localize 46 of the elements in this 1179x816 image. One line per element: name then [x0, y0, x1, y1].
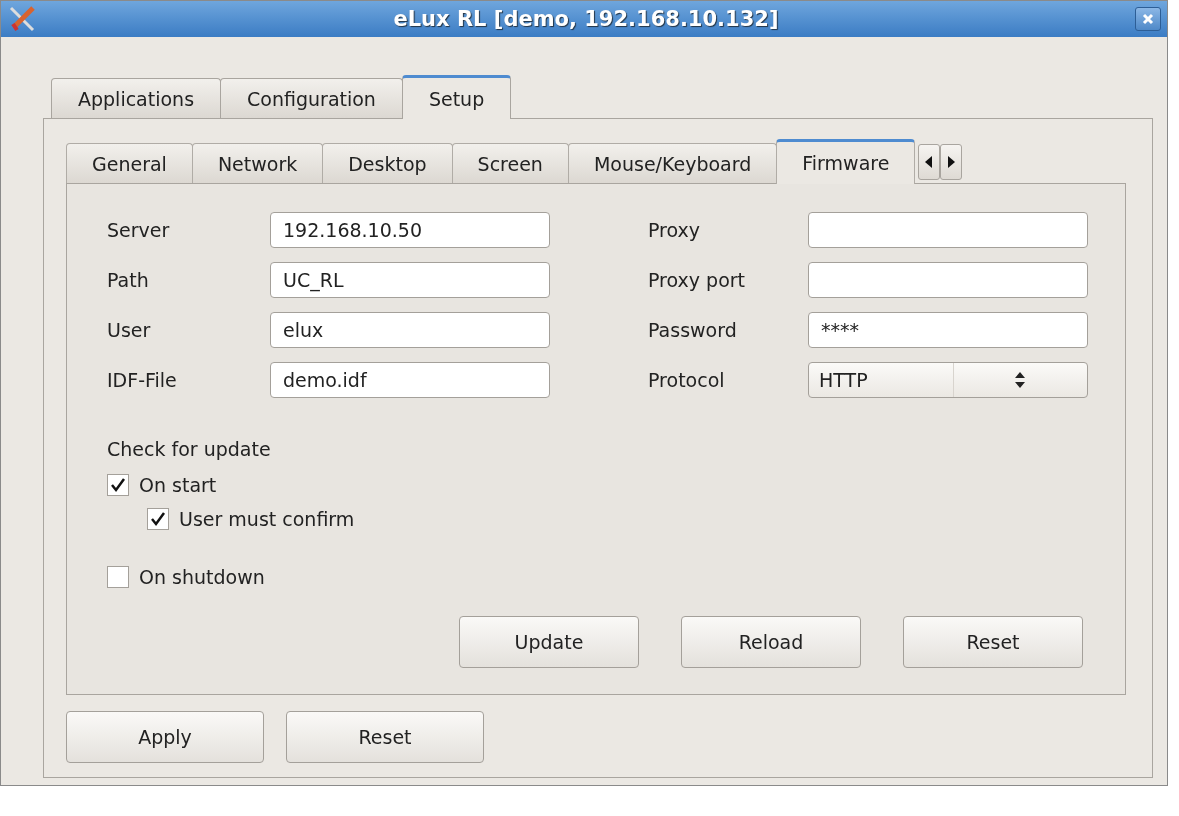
checkbox[interactable] — [147, 508, 169, 530]
field-label: Protocol — [648, 369, 725, 391]
input-field[interactable]: UC_RL — [270, 262, 550, 298]
field-label: IDF-File — [107, 369, 177, 391]
scroll-left-button[interactable] — [918, 144, 941, 180]
tab[interactable]: Network — [191, 143, 324, 183]
checkbox-label: User must confirm — [179, 508, 355, 530]
dialog-button[interactable]: Reset — [286, 711, 484, 763]
field-label: User — [107, 319, 151, 341]
tab[interactable]: Configuration — [220, 78, 403, 118]
section-heading: Check for update — [107, 438, 272, 460]
close-button[interactable] — [1135, 7, 1161, 31]
tools-icon — [7, 4, 37, 34]
tab[interactable]: Mouse/Keyboard — [567, 143, 778, 183]
field-label: Server — [107, 219, 170, 241]
right-triangle-icon — [947, 156, 956, 168]
checkbox[interactable] — [107, 566, 129, 588]
input-field[interactable]: 192.168.10.50 — [270, 212, 550, 248]
input-field[interactable] — [808, 262, 1088, 298]
panel-button[interactable]: Reload — [681, 616, 861, 668]
tab[interactable]: General — [66, 143, 193, 183]
dialog-button[interactable]: Apply — [66, 711, 264, 763]
input-field[interactable]: demo.idf — [270, 362, 550, 398]
input-field[interactable]: elux — [270, 312, 550, 348]
window-title: eLux RL [demo, 192.168.10.132] — [392, 7, 780, 31]
left-triangle-icon — [925, 156, 934, 168]
field-label: Path — [107, 269, 149, 291]
tab[interactable]: Firmware — [776, 139, 916, 184]
checkbox-label: On start — [139, 474, 217, 496]
checkbox-label: On shutdown — [139, 566, 265, 588]
tab[interactable]: Setup — [401, 75, 512, 119]
field-label: Proxy port — [648, 269, 746, 291]
close-icon — [1142, 13, 1154, 25]
tab[interactable]: Screen — [451, 143, 569, 183]
protocol-dropdown[interactable]: HTTP — [808, 362, 1088, 398]
scroll-right-button[interactable] — [940, 144, 963, 180]
field-label: Proxy — [648, 219, 701, 241]
up-down-arrows-icon — [1014, 371, 1027, 389]
tab[interactable]: Applications — [51, 78, 222, 118]
input-field[interactable] — [808, 212, 1088, 248]
tab[interactable]: Desktop — [322, 143, 453, 183]
checkbox[interactable] — [107, 474, 129, 496]
field-label: Password — [648, 319, 737, 341]
panel-button[interactable]: Reset — [903, 616, 1083, 668]
panel-button[interactable]: Update — [459, 616, 639, 668]
input-field[interactable]: **** — [808, 312, 1088, 348]
